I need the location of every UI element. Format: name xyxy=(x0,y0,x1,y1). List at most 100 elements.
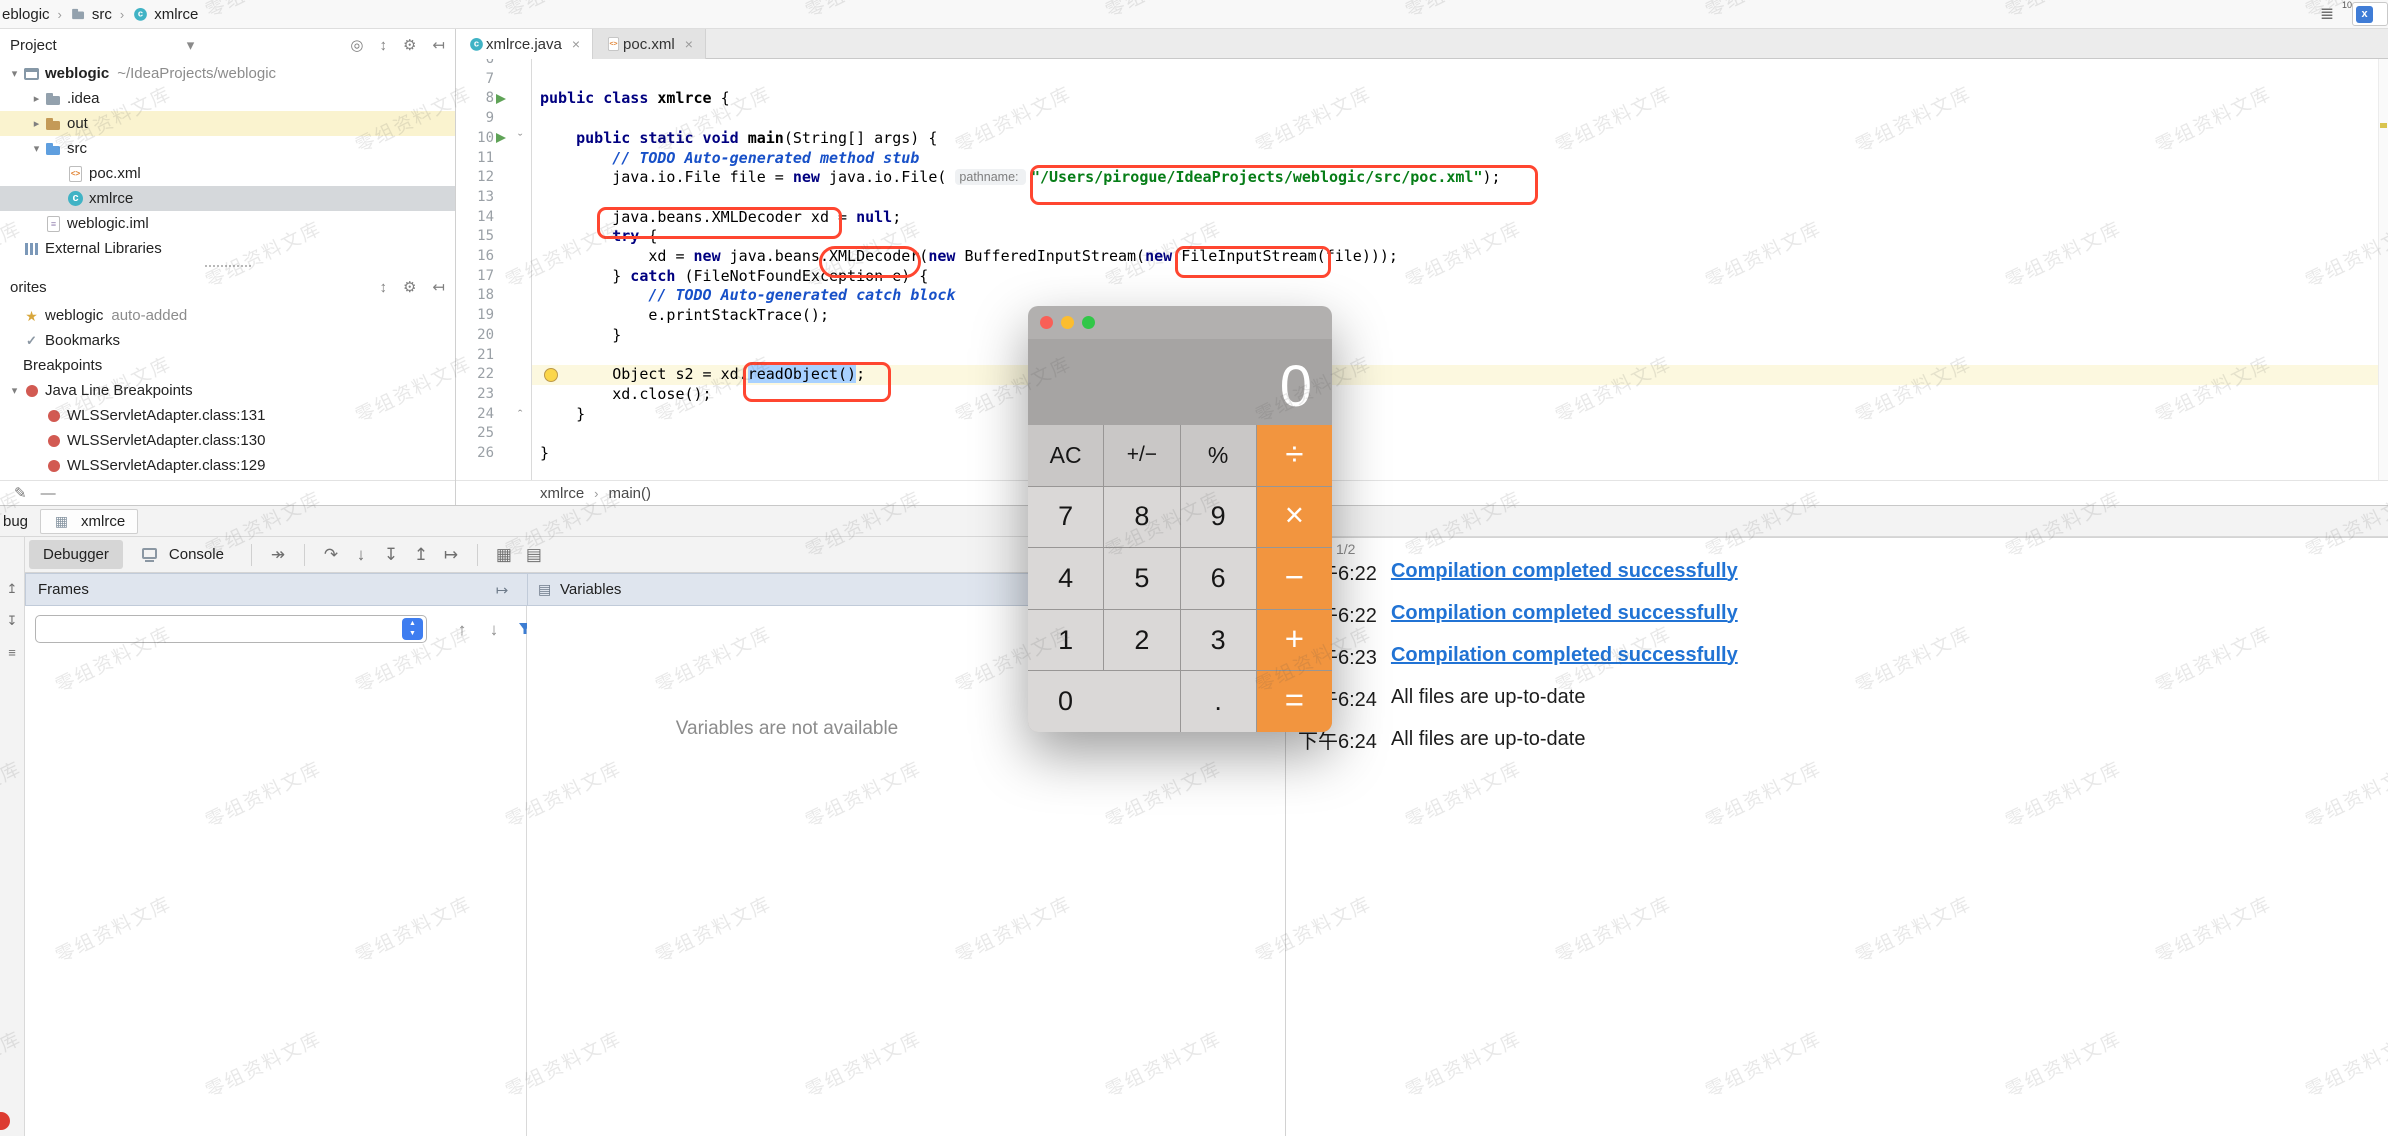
tree-row-weblogic[interactable]: weblogicauto-added xyxy=(0,303,455,328)
edit-icon[interactable] xyxy=(14,484,27,502)
settings-gear-icon[interactable] xyxy=(403,36,416,54)
digit-2-button[interactable]: 2 xyxy=(1104,610,1179,671)
digit-7-button[interactable]: 7 xyxy=(1028,487,1103,548)
calculator-titlebar[interactable] xyxy=(1028,306,1332,339)
fold-down-icon[interactable]: ˇ xyxy=(518,129,522,149)
editor-scrollbar[interactable] xyxy=(2378,59,2388,480)
tree-row-.idea[interactable]: ▸.idea xyxy=(0,86,455,111)
run-to-cursor-icon[interactable] xyxy=(438,545,464,565)
tree-row-src[interactable]: ▾src xyxy=(0,136,455,161)
tree-row-weblogic.iml[interactable]: weblogic.iml xyxy=(0,211,455,236)
percent-button[interactable]: % xyxy=(1181,425,1256,486)
debug-session-tab[interactable]: xmlrce xyxy=(40,509,138,534)
digit-9-button[interactable]: 9 xyxy=(1181,487,1256,548)
breadcrumb-item-eblogic[interactable]: eblogic xyxy=(2,6,50,23)
show-execution-point-icon[interactable] xyxy=(265,545,291,565)
code-line-10[interactable]: 10ˇpublic static void main(String[] args… xyxy=(456,129,2388,149)
code-line-15[interactable]: 15try { xyxy=(456,227,2388,247)
tree-row-weblogic[interactable]: ▾weblogic~/IdeaProjects/weblogic xyxy=(0,61,455,86)
code-line-18[interactable]: 18// TODO Auto-generated catch block xyxy=(456,286,2388,306)
breadcrumb-item-src[interactable]: src xyxy=(70,6,112,23)
code-line-11[interactable]: 11// TODO Auto-generated method stub xyxy=(456,149,2388,169)
menu-icon[interactable] xyxy=(2,645,22,660)
tree-row-Bookmarks[interactable]: Bookmarks xyxy=(0,328,455,353)
tab-debugger[interactable]: Debugger xyxy=(29,540,123,569)
code-line-21[interactable]: 21 xyxy=(456,346,2388,366)
code-line-24[interactable]: 24ˆ} xyxy=(456,405,2388,425)
tree-row-xmlrce[interactable]: xmlrce xyxy=(0,186,455,211)
collapse-all-icon[interactable] xyxy=(379,37,387,54)
zoom-button[interactable] xyxy=(1082,316,1095,329)
code-line-17[interactable]: 17} catch (FileNotFoundException e) { xyxy=(456,267,2388,287)
digit-6-button[interactable]: 6 xyxy=(1181,548,1256,609)
columns-icon[interactable] xyxy=(521,545,547,565)
equals-button[interactable]: = xyxy=(1257,671,1332,732)
event-link[interactable]: Compilation completed successfully xyxy=(1391,644,1738,667)
tree-row-out[interactable]: ▸out xyxy=(0,111,455,136)
tree-row-Breakpoints[interactable]: Breakpoints xyxy=(0,353,455,378)
tree-collapsed-arrow[interactable]: ▸ xyxy=(28,117,45,130)
hide-panel-icon[interactable] xyxy=(432,36,445,54)
code-line-16[interactable]: 16xd = new java.beans.XMLDecoder(new Buf… xyxy=(456,247,2388,267)
structure-lines-icon[interactable]: 10 xyxy=(2314,4,2340,24)
code-line-19[interactable]: 19e.printStackTrace(); xyxy=(456,306,2388,326)
code-editor[interactable]: 678public class xmlrce {910ˇpublic stati… xyxy=(456,29,2388,480)
remove-icon[interactable] xyxy=(41,485,56,502)
step-over-icon[interactable] xyxy=(318,545,344,565)
tree-expanded-arrow[interactable]: ▾ xyxy=(28,142,45,155)
stop-button[interactable] xyxy=(0,1112,10,1130)
panel-splitter[interactable] xyxy=(0,261,455,271)
run-gutter-icon[interactable] xyxy=(496,133,506,143)
close-tab-icon[interactable]: × xyxy=(572,36,580,52)
editor-tab-poc.xml[interactable]: poc.xml× xyxy=(593,29,706,59)
close-button[interactable] xyxy=(1040,316,1053,329)
sort-icon[interactable] xyxy=(379,279,387,296)
chevron-down-icon[interactable] xyxy=(187,36,195,54)
code-line-26[interactable]: 26} xyxy=(456,444,2388,464)
fold-up-icon[interactable]: ˆ xyxy=(518,405,522,425)
multiply-button[interactable]: × xyxy=(1257,487,1332,548)
digit-5-button[interactable]: 5 xyxy=(1104,548,1179,609)
digit-8-button[interactable]: 8 xyxy=(1104,487,1179,548)
run-gutter-icon[interactable] xyxy=(496,94,506,104)
decimal-button[interactable]: . xyxy=(1181,671,1256,732)
code-line-7[interactable]: 7 xyxy=(456,70,2388,90)
tree-row-WLSServletAdapter.class:130[interactable]: WLSServletAdapter.class:130 xyxy=(0,428,455,453)
code-line-25[interactable]: 25 xyxy=(456,424,2388,444)
event-link[interactable]: Compilation completed successfully xyxy=(1391,560,1738,583)
tree-expanded-arrow[interactable]: ▾ xyxy=(6,384,23,397)
event-link[interactable]: Compilation completed successfully xyxy=(1391,602,1738,625)
project-panel-title[interactable]: Project xyxy=(10,37,57,54)
code-line-13[interactable]: 13 xyxy=(456,188,2388,208)
code-line-22[interactable]: 22Object s2 = xd.readObject(); xyxy=(456,365,2388,385)
locate-icon[interactable] xyxy=(350,36,363,54)
nav-down-icon[interactable] xyxy=(2,613,22,629)
code-line-20[interactable]: 20} xyxy=(456,326,2388,346)
hide-panel-icon[interactable] xyxy=(432,278,445,296)
calculator-window[interactable]: 0 AC+/−%÷789×456−123+0.= xyxy=(1028,306,1332,732)
code-line-9[interactable]: 9 xyxy=(456,109,2388,129)
step-out-icon[interactable] xyxy=(408,545,434,565)
digit-0-button[interactable]: 0 xyxy=(1028,671,1180,732)
plus-minus-button[interactable]: +/− xyxy=(1104,425,1179,486)
tree-row-WLSServletAdapter.class:129[interactable]: WLSServletAdapter.class:129 xyxy=(0,453,455,478)
minimize-button[interactable] xyxy=(1061,316,1074,329)
plus-button[interactable]: + xyxy=(1257,610,1332,671)
thread-selector[interactable] xyxy=(35,615,427,643)
tab-console[interactable]: Console xyxy=(127,540,238,569)
tree-expanded-arrow[interactable]: ▾ xyxy=(6,67,23,80)
digit-1-button[interactable]: 1 xyxy=(1028,610,1103,671)
code-line-8[interactable]: 8public class xmlrce { xyxy=(456,89,2388,109)
close-tab-icon[interactable]: × xyxy=(685,36,693,52)
editor-breadcrumb-xmlrce[interactable]: xmlrce xyxy=(540,485,584,502)
layout-icon[interactable] xyxy=(491,545,517,565)
ac-button[interactable]: AC xyxy=(1028,425,1103,486)
digit-3-button[interactable]: 3 xyxy=(1181,610,1256,671)
corner-tab-icon[interactable]: x xyxy=(2356,6,2373,23)
previous-frame-icon[interactable] xyxy=(449,620,475,640)
digit-4-button[interactable]: 4 xyxy=(1028,548,1103,609)
minus-button[interactable]: − xyxy=(1257,548,1332,609)
pin-icon[interactable] xyxy=(489,581,515,599)
tree-row-WLSServletAdapter.class:131[interactable]: WLSServletAdapter.class:131 xyxy=(0,403,455,428)
tree-collapsed-arrow[interactable]: ▸ xyxy=(28,92,45,105)
